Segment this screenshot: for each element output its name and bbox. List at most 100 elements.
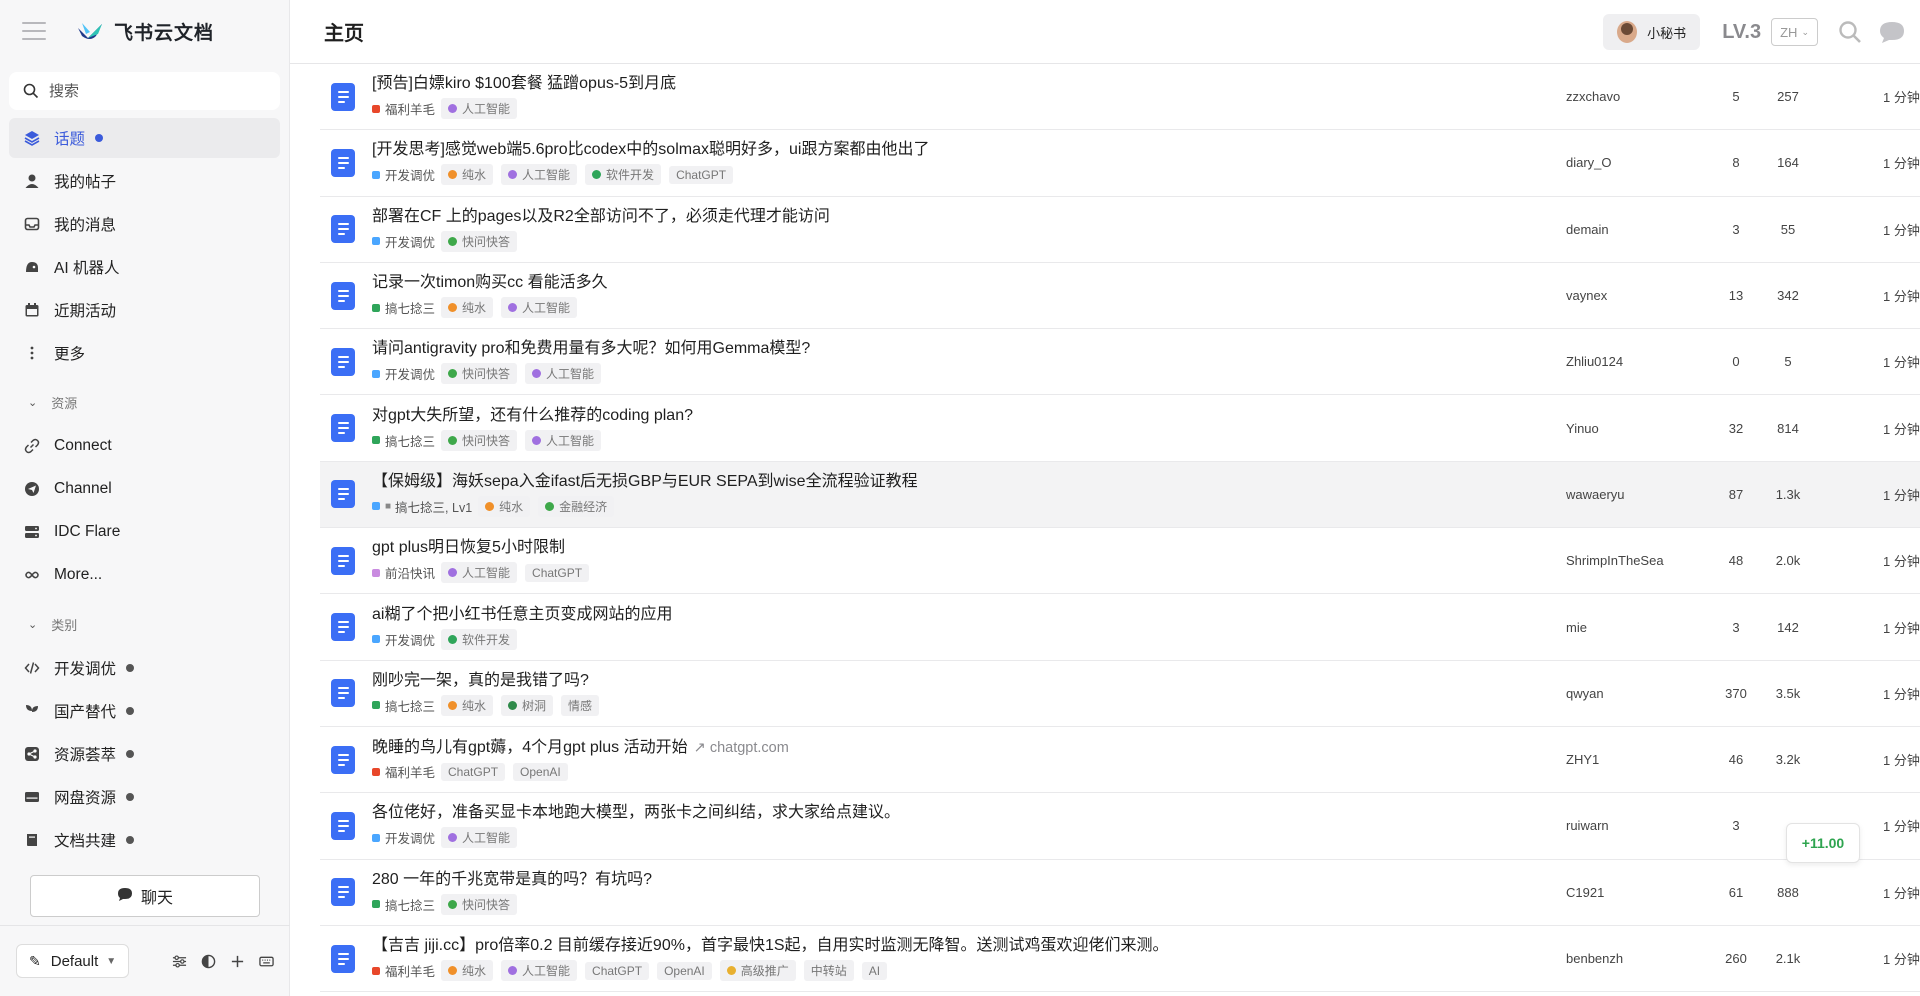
topic-row[interactable]: 各位佬好，准备买显卡本地跑大模型，两张卡之间纠结，求大家给点建议。 开发调优 人… xyxy=(320,793,1920,860)
topic-title[interactable]: 【保姆级】海妖sepa入金ifast后无损GBP与EUR SEPA到wise全流… xyxy=(372,473,918,490)
topic-title[interactable]: 280 一年的千兆宽带是真的吗？有坑吗? xyxy=(372,871,652,888)
topic-category[interactable]: 开发调优 xyxy=(372,630,435,649)
topic-category[interactable]: 福利羊毛 xyxy=(372,961,435,980)
search-icon[interactable] xyxy=(1836,18,1864,46)
plus-icon[interactable] xyxy=(230,954,245,969)
category-domestic[interactable]: 国产替代 xyxy=(9,691,280,731)
topic-title[interactable]: 刚吵完一架，真的是我错了吗? xyxy=(372,672,589,689)
topic-row[interactable]: [开发思考]感觉web端5.6pro比codex中的solmax聪明好多，ui跟… xyxy=(320,130,1920,197)
topic-tag[interactable]: 快问快答 xyxy=(441,230,518,252)
chat-bubble-icon[interactable] xyxy=(1878,18,1906,46)
topic-category[interactable]: 搞七捻三 xyxy=(372,895,435,914)
topic-author[interactable]: ruiwarn xyxy=(1566,818,1609,833)
topic-category[interactable]: ■ 搞七捻三, Lv1 xyxy=(372,497,472,516)
topic-row[interactable]: [预告]白嫖kiro $100套餐 猛蹭opus-5到月底 福利羊毛 人工智能 … xyxy=(320,64,1920,131)
topic-author[interactable]: qwyan xyxy=(1566,686,1604,701)
category-dev[interactable]: 开发调优 xyxy=(9,648,280,688)
topic-tag[interactable]: 快问快答 xyxy=(441,893,518,915)
resources-section-toggle[interactable]: ⌄ 资源 xyxy=(0,381,289,423)
keyboard-icon[interactable] xyxy=(259,954,274,969)
topic-row[interactable]: 280 一年的千兆宽带是真的吗？有坑吗? 搞七捻三 快问快答 C1921 61 … xyxy=(320,860,1920,926)
language-selector[interactable]: ZH ⌄ xyxy=(1771,18,1818,46)
topic-category[interactable]: 开发调优 xyxy=(372,364,435,383)
topic-tag[interactable]: 人工智能 xyxy=(501,960,578,981)
topic-tag[interactable]: OpenAI xyxy=(657,961,712,980)
category-resources[interactable]: 资源荟萃 xyxy=(9,734,280,774)
topic-author[interactable]: diary_O xyxy=(1566,155,1612,170)
topic-title[interactable]: [预告]白嫖kiro $100套餐 猛蹭opus-5到月底 xyxy=(372,75,676,92)
topic-tag[interactable]: ChatGPT xyxy=(585,961,650,980)
topic-row[interactable]: 【吉吉 jiji.cc】pro倍率0.2 目前缓存接近90%，首字最快1S起，自… xyxy=(320,926,1920,993)
topic-tag[interactable]: ChatGPT xyxy=(441,762,506,781)
topic-author[interactable]: C1921 xyxy=(1566,885,1604,900)
topic-category[interactable]: 搞七捻三 xyxy=(372,298,435,317)
topic-author[interactable]: mie xyxy=(1566,620,1587,635)
topic-tag[interactable]: 纯水 xyxy=(441,297,494,319)
topic-tag[interactable]: 纯水 xyxy=(441,694,494,716)
topic-tag[interactable]: 纯水 xyxy=(478,495,531,517)
topic-row[interactable]: 对gpt大失所望，还有什么推荐的coding plan? 搞七捻三 快问快答 人工… xyxy=(320,395,1920,462)
topic-category[interactable]: 前沿快讯 xyxy=(372,563,435,582)
topic-row[interactable]: 部署在CF 上的pages以及R2全部访问不了，必须走代理才能访问 开发调优 快… xyxy=(320,197,1920,263)
nav-connect[interactable]: Connect xyxy=(9,426,280,466)
hamburger-menu-icon[interactable] xyxy=(22,22,46,40)
topic-row[interactable]: 晚睡的鸟儿有gpt薅，4个月gpt plus 活动开始 ↗ chatgpt.com… xyxy=(320,727,1920,794)
nav-ai-bot[interactable]: AI 机器人 xyxy=(9,247,280,287)
topic-tag[interactable]: 高级推广 xyxy=(719,960,796,981)
topic-author[interactable]: ShrimpInTheSea xyxy=(1566,553,1664,568)
nav-my-messages[interactable]: 我的消息 xyxy=(9,204,280,244)
sliders-icon[interactable] xyxy=(172,954,187,969)
topic-tag[interactable]: 快问快答 xyxy=(441,429,518,451)
topic-tag[interactable]: AI xyxy=(861,961,888,980)
topic-title[interactable]: 部署在CF 上的pages以及R2全部访问不了，必须走代理才能访问 xyxy=(372,208,830,225)
topic-title[interactable]: gpt plus明日恢复5小时限制 xyxy=(372,539,565,556)
topic-tag[interactable]: ChatGPT xyxy=(669,165,734,184)
topic-author[interactable]: vaynex xyxy=(1566,288,1607,303)
topic-tag[interactable]: 情感 xyxy=(561,694,600,716)
theme-selector[interactable]: ✎ Default ▼ xyxy=(16,944,130,978)
topic-row[interactable]: gpt plus明日恢复5小时限制 前沿快讯 人工智能 ChatGPT Shrim… xyxy=(320,528,1920,595)
categories-section-toggle[interactable]: ⌄ 类别 xyxy=(0,603,289,645)
topic-category[interactable]: 开发调优 xyxy=(372,232,435,251)
nav-channel[interactable]: Channel xyxy=(9,469,280,509)
topic-tag[interactable]: 软件开发 xyxy=(585,164,662,186)
topic-row[interactable]: 【保姆级】海妖sepa入金ifast后无损GBP与EUR SEPA到wise全流… xyxy=(320,461,1920,529)
category-docs[interactable]: 文档共建 xyxy=(9,820,280,860)
topic-category[interactable]: 搞七捻三 xyxy=(372,696,435,715)
external-link[interactable]: ↗ chatgpt.com xyxy=(694,740,789,756)
topic-title[interactable]: ai糊了个把小红书任意主页变成网站的应用 xyxy=(372,606,672,623)
search-box[interactable] xyxy=(9,72,280,110)
topic-author[interactable]: benbenzh xyxy=(1566,951,1623,966)
topic-row[interactable]: 刚吵完一架，真的是我错了吗? 搞七捻三 纯水 树洞 情感 qwyan 370 3.5… xyxy=(320,661,1920,727)
topic-title[interactable]: 记录一次timon购买cc 看能活多久 xyxy=(372,274,608,291)
contrast-icon[interactable] xyxy=(201,954,216,969)
topic-tag[interactable]: 软件开发 xyxy=(441,628,518,650)
topic-tag[interactable]: 纯水 xyxy=(441,164,494,186)
topic-tag[interactable]: 人工智能 xyxy=(525,429,602,451)
nav-my-posts[interactable]: 我的帖子 xyxy=(9,161,280,201)
search-input[interactable] xyxy=(49,82,249,100)
topic-author[interactable]: zzxchavo xyxy=(1566,89,1620,104)
nav-idc-flare[interactable]: IDC Flare xyxy=(9,512,280,552)
topic-category[interactable]: 福利羊毛 xyxy=(372,99,435,118)
topic-tag[interactable]: OpenAI xyxy=(513,762,568,781)
topic-title[interactable]: 各位佬好，准备买显卡本地跑大模型，两张卡之间纠结，求大家给点建议。 xyxy=(372,804,900,821)
topic-tag[interactable]: 人工智能 xyxy=(501,164,578,186)
topic-author[interactable]: wawaeryu xyxy=(1566,487,1625,502)
topic-tag[interactable]: 金融经济 xyxy=(538,495,615,517)
topic-category[interactable]: 福利羊毛 xyxy=(372,762,435,781)
topic-tag[interactable]: 人工智能 xyxy=(441,827,518,849)
topic-title[interactable]: 对gpt大失所望，还有什么推荐的coding plan? xyxy=(372,407,693,424)
topic-tag[interactable]: 人工智能 xyxy=(441,562,518,584)
nav-recent-activity[interactable]: 近期活动 xyxy=(9,290,280,330)
topic-category[interactable]: 开发调优 xyxy=(372,828,435,847)
topic-tag[interactable]: 纯水 xyxy=(441,960,494,981)
topic-author[interactable]: ZHY1 xyxy=(1566,752,1599,767)
topic-category[interactable]: 开发调优 xyxy=(372,165,435,184)
topic-tag[interactable]: 快问快答 xyxy=(441,363,518,385)
topic-tag[interactable]: 人工智能 xyxy=(525,363,602,385)
topic-author[interactable]: demain xyxy=(1566,222,1609,237)
topic-title[interactable]: 请问antigravity pro和免费用量有多大呢？如何用Gemma模型? xyxy=(372,340,810,357)
topic-tag[interactable]: 中转站 xyxy=(803,960,854,981)
topic-category[interactable]: 搞七捻三 xyxy=(372,431,435,450)
